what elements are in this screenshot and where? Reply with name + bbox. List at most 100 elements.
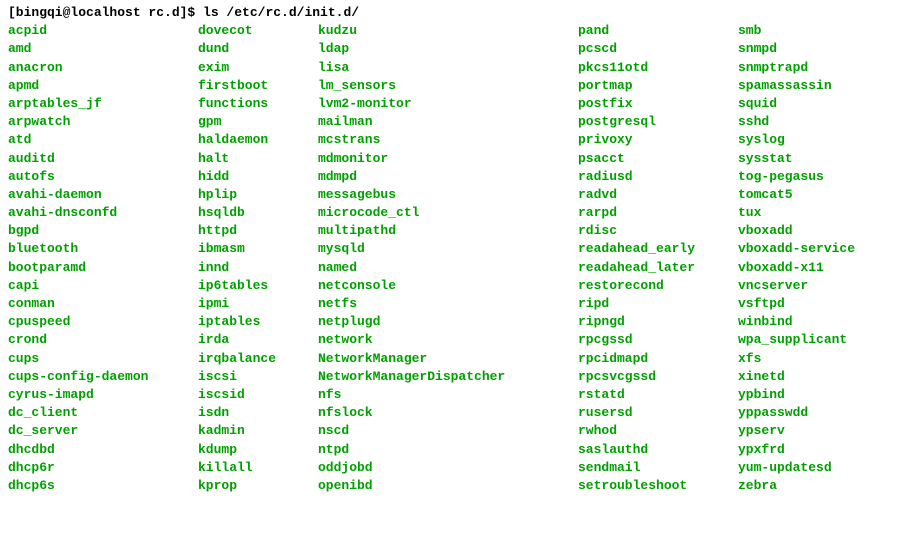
listing-entry: named xyxy=(318,259,578,277)
listing-entry: xfs xyxy=(738,350,906,368)
listing-entry: kdump xyxy=(198,441,318,459)
listing-entry: mdmonitor xyxy=(318,150,578,168)
listing-entry: dhcdbd xyxy=(8,441,198,459)
listing-entry: network xyxy=(318,331,578,349)
listing-entry: wpa_supplicant xyxy=(738,331,906,349)
listing-col-0: acpidamdanacronapmdarptables_jfarpwatcha… xyxy=(8,22,198,495)
listing-entry: vboxadd xyxy=(738,222,906,240)
listing-entry: ypbind xyxy=(738,386,906,404)
listing-entry: bgpd xyxy=(8,222,198,240)
listing-entry: dhcp6r xyxy=(8,459,198,477)
listing-entry: winbind xyxy=(738,313,906,331)
listing-entry: vsftpd xyxy=(738,295,906,313)
listing-entry: rpcgssd xyxy=(578,331,738,349)
listing-entry: nfs xyxy=(318,386,578,404)
listing-entry: netplugd xyxy=(318,313,578,331)
listing-entry: lvm2-monitor xyxy=(318,95,578,113)
listing-entry: tux xyxy=(738,204,906,222)
listing-entry: squid xyxy=(738,95,906,113)
listing-entry: xinetd xyxy=(738,368,906,386)
listing-entry: atd xyxy=(8,131,198,149)
listing-entry: snmpd xyxy=(738,40,906,58)
listing-entry: NetworkManager xyxy=(318,350,578,368)
listing-col-1: dovecotdundeximfirstbootfunctionsgpmhald… xyxy=(198,22,318,495)
listing-entry: readahead_early xyxy=(578,240,738,258)
listing-entry: rusersd xyxy=(578,404,738,422)
listing-entry: restorecond xyxy=(578,277,738,295)
shell-prompt: [bingqi@localhost rc.d]$ ls /etc/rc.d/in… xyxy=(8,4,906,22)
listing-entry: dovecot xyxy=(198,22,318,40)
listing-entry: spamassassin xyxy=(738,77,906,95)
listing-entry: ripngd xyxy=(578,313,738,331)
listing-entry: rpcidmapd xyxy=(578,350,738,368)
listing-entry: mailman xyxy=(318,113,578,131)
listing-entry: arpwatch xyxy=(8,113,198,131)
listing-entry: apmd xyxy=(8,77,198,95)
listing-entry: vncserver xyxy=(738,277,906,295)
listing-entry: pcscd xyxy=(578,40,738,58)
listing-entry: readahead_later xyxy=(578,259,738,277)
listing-entry: openibd xyxy=(318,477,578,495)
listing-entry: mdmpd xyxy=(318,168,578,186)
listing-entry: cups xyxy=(8,350,198,368)
listing-entry: conman xyxy=(8,295,198,313)
listing-entry: acpid xyxy=(8,22,198,40)
listing-entry: exim xyxy=(198,59,318,77)
listing-entry: multipathd xyxy=(318,222,578,240)
listing-entry: anacron xyxy=(8,59,198,77)
listing-entry: isdn xyxy=(198,404,318,422)
listing-entry: oddjobd xyxy=(318,459,578,477)
listing-entry: iscsid xyxy=(198,386,318,404)
listing-entry: cups-config-daemon xyxy=(8,368,198,386)
listing-entry: avahi-daemon xyxy=(8,186,198,204)
listing-entry: amd xyxy=(8,40,198,58)
listing-col-2: kudzuldaplisalm_sensorslvm2-monitormailm… xyxy=(318,22,578,495)
listing-entry: sendmail xyxy=(578,459,738,477)
listing-entry: ypxfrd xyxy=(738,441,906,459)
listing-entry: ibmasm xyxy=(198,240,318,258)
directory-listing: acpidamdanacronapmdarptables_jfarpwatcha… xyxy=(8,22,906,495)
listing-entry: crond xyxy=(8,331,198,349)
listing-entry: postgresql xyxy=(578,113,738,131)
listing-entry: lm_sensors xyxy=(318,77,578,95)
listing-entry: snmptrapd xyxy=(738,59,906,77)
listing-entry: rarpd xyxy=(578,204,738,222)
listing-entry: radiusd xyxy=(578,168,738,186)
listing-entry: netfs xyxy=(318,295,578,313)
listing-entry: kadmin xyxy=(198,422,318,440)
listing-entry: dc_server xyxy=(8,422,198,440)
listing-entry: bluetooth xyxy=(8,240,198,258)
listing-entry: pand xyxy=(578,22,738,40)
listing-entry: innd xyxy=(198,259,318,277)
listing-entry: haldaemon xyxy=(198,131,318,149)
listing-entry: irqbalance xyxy=(198,350,318,368)
listing-entry: ripd xyxy=(578,295,738,313)
listing-entry: messagebus xyxy=(318,186,578,204)
listing-entry: syslog xyxy=(738,131,906,149)
listing-entry: rdisc xyxy=(578,222,738,240)
listing-entry: functions xyxy=(198,95,318,113)
listing-entry: ntpd xyxy=(318,441,578,459)
listing-entry: rstatd xyxy=(578,386,738,404)
listing-entry: smb xyxy=(738,22,906,40)
listing-entry: avahi-dnsconfd xyxy=(8,204,198,222)
listing-entry: mcstrans xyxy=(318,131,578,149)
listing-entry: ypserv xyxy=(738,422,906,440)
listing-entry: halt xyxy=(198,150,318,168)
listing-entry: nscd xyxy=(318,422,578,440)
listing-entry: tog-pegasus xyxy=(738,168,906,186)
listing-entry: privoxy xyxy=(578,131,738,149)
listing-entry: hplip xyxy=(198,186,318,204)
listing-entry: rpcsvcgssd xyxy=(578,368,738,386)
listing-entry: cyrus-imapd xyxy=(8,386,198,404)
listing-entry: psacct xyxy=(578,150,738,168)
listing-entry: killall xyxy=(198,459,318,477)
listing-entry: hidd xyxy=(198,168,318,186)
listing-entry: arptables_jf xyxy=(8,95,198,113)
listing-entry: cpuspeed xyxy=(8,313,198,331)
listing-entry: ldap xyxy=(318,40,578,58)
listing-entry: vboxadd-x11 xyxy=(738,259,906,277)
listing-entry: zebra xyxy=(738,477,906,495)
listing-entry: mysqld xyxy=(318,240,578,258)
listing-entry: radvd xyxy=(578,186,738,204)
